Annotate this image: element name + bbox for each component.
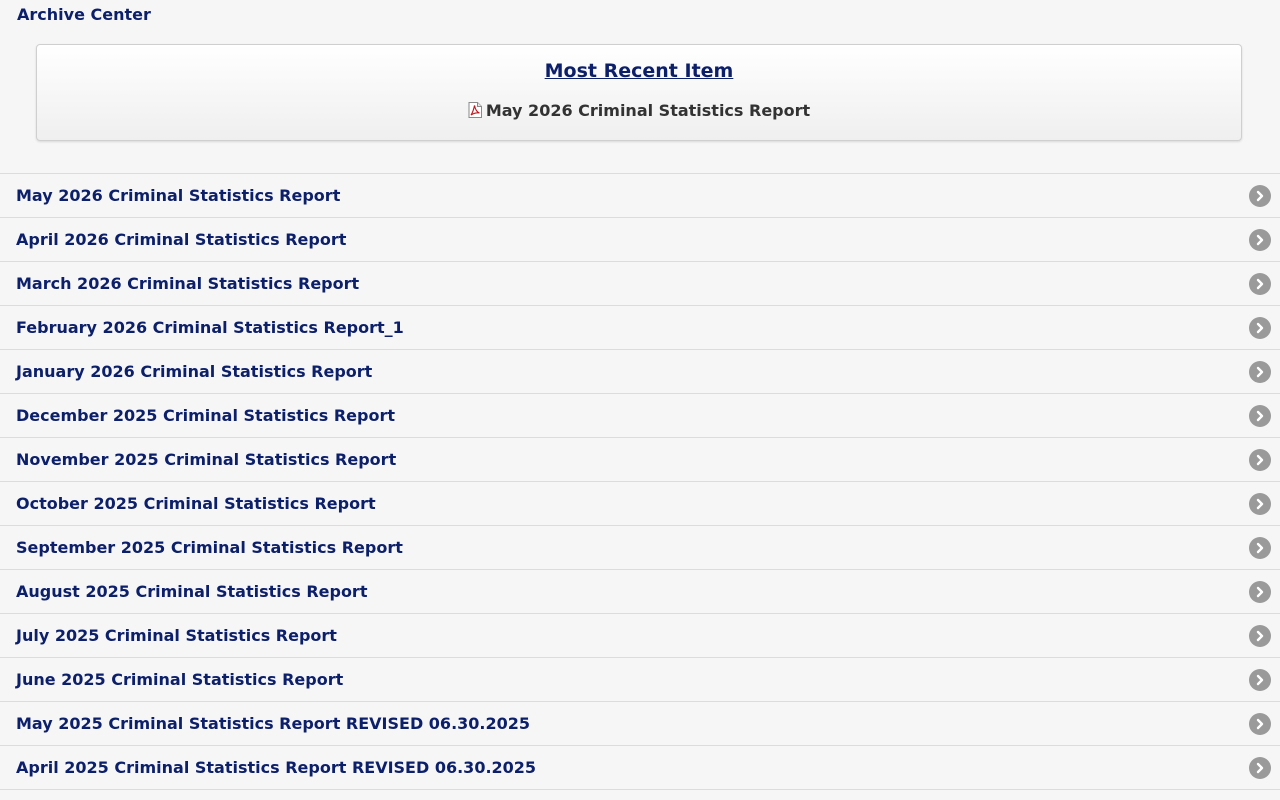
list-item-label: October 2025 Criminal Statistics Report — [16, 494, 376, 513]
page-title: Archive Center — [17, 5, 151, 24]
list-item[interactable]: February 2026 Criminal Statistics Report… — [0, 306, 1280, 350]
chevron-right-icon — [1249, 581, 1271, 603]
chevron-right-icon — [1249, 273, 1271, 295]
list-item[interactable]: July 2025 Criminal Statistics Report — [0, 614, 1280, 658]
list-item[interactable]: April 2025 Criminal Statistics Report RE… — [0, 746, 1280, 790]
list-item[interactable]: May 2026 Criminal Statistics Report — [0, 174, 1280, 218]
chevron-right-icon — [1249, 493, 1271, 515]
chevron-right-icon — [1249, 405, 1271, 427]
chevron-right-icon — [1249, 361, 1271, 383]
list-item[interactable]: November 2025 Criminal Statistics Report — [0, 438, 1280, 482]
chevron-right-icon — [1249, 537, 1271, 559]
chevron-right-icon — [1249, 757, 1271, 779]
most-recent-heading-link[interactable]: Most Recent Item — [37, 59, 1241, 83]
list-item-label: August 2025 Criminal Statistics Report — [16, 582, 368, 601]
pdf-icon — [468, 102, 482, 118]
list-item-label: November 2025 Criminal Statistics Report — [16, 450, 397, 469]
list-item-label: September 2025 Criminal Statistics Repor… — [16, 538, 403, 557]
list-item[interactable]: April 2026 Criminal Statistics Report — [0, 218, 1280, 262]
chevron-right-icon — [1249, 449, 1271, 471]
most-recent-item[interactable]: May 2026 Criminal Statistics Report — [37, 101, 1241, 121]
list-item-label: February 2026 Criminal Statistics Report… — [16, 318, 404, 337]
list-item-label: January 2026 Criminal Statistics Report — [16, 362, 373, 381]
chevron-right-icon — [1249, 229, 1271, 251]
list-item[interactable]: October 2025 Criminal Statistics Report — [0, 482, 1280, 526]
list-item-label: December 2025 Criminal Statistics Report — [16, 406, 396, 425]
chevron-right-icon — [1249, 713, 1271, 735]
list-item-label: July 2025 Criminal Statistics Report — [16, 626, 337, 645]
list-item[interactable]: May 2025 Criminal Statistics Report REVI… — [0, 702, 1280, 746]
list-item-label: April 2026 Criminal Statistics Report — [16, 230, 347, 249]
list-item[interactable]: December 2025 Criminal Statistics Report — [0, 394, 1280, 438]
list-item-label: April 2025 Criminal Statistics Report RE… — [16, 758, 537, 777]
most-recent-item-label: May 2026 Criminal Statistics Report — [485, 101, 811, 120]
archive-list: May 2026 Criminal Statistics Report Apri… — [0, 173, 1280, 790]
list-item-label: May 2025 Criminal Statistics Report REVI… — [16, 714, 531, 733]
list-item-label: March 2026 Criminal Statistics Report — [16, 274, 360, 293]
list-item[interactable]: June 2025 Criminal Statistics Report — [0, 658, 1280, 702]
chevron-right-icon — [1249, 625, 1271, 647]
most-recent-panel: Most Recent Item May 2026 Criminal Stati… — [36, 44, 1242, 141]
list-item-label: June 2025 Criminal Statistics Report — [16, 670, 344, 689]
chevron-right-icon — [1249, 317, 1271, 339]
list-item-label: May 2026 Criminal Statistics Report — [16, 186, 341, 205]
list-item[interactable]: January 2026 Criminal Statistics Report — [0, 350, 1280, 394]
list-item[interactable]: September 2025 Criminal Statistics Repor… — [0, 526, 1280, 570]
chevron-right-icon — [1249, 185, 1271, 207]
list-item[interactable]: March 2026 Criminal Statistics Report — [0, 262, 1280, 306]
chevron-right-icon — [1249, 669, 1271, 691]
list-item[interactable]: August 2025 Criminal Statistics Report — [0, 570, 1280, 614]
